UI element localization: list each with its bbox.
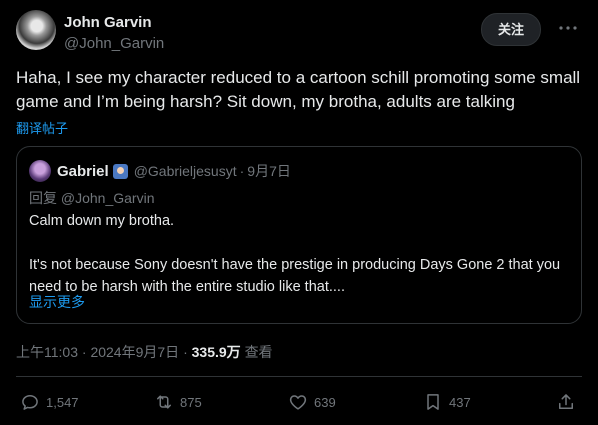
- avatar[interactable]: [16, 10, 56, 50]
- author-display-name[interactable]: John Garvin: [64, 13, 164, 33]
- more-horizontal-icon: [559, 26, 577, 30]
- more-options-button[interactable]: [556, 16, 580, 40]
- quoted-avatar: [29, 160, 51, 182]
- reply-button[interactable]: 1,547: [20, 390, 79, 414]
- show-more-link[interactable]: 显示更多: [29, 292, 85, 312]
- post-meta: 上午11:03 · 2024年9月7日 · 335.9万 查看: [16, 342, 273, 362]
- reply-icon: [22, 395, 38, 410]
- post-text: Haha, I see my character reduced to a ca…: [16, 68, 581, 111]
- action-bar: 1,547 875 639 437: [16, 390, 582, 414]
- post: John Garvin @John_Garvin 关注 Haha, I see …: [0, 0, 598, 425]
- post-header: John Garvin @John_Garvin 关注: [16, 10, 586, 58]
- follow-button[interactable]: 关注: [480, 13, 541, 46]
- quoted-date: 9月7日: [247, 163, 291, 179]
- bookmark-count: 437: [449, 394, 471, 410]
- quoted-post[interactable]: Gabriel @Gabrieljesusyt · 9月7日 回复 @John_…: [16, 146, 582, 324]
- author-handle[interactable]: @John_Garvin: [64, 34, 164, 54]
- like-count: 639: [314, 394, 336, 410]
- author-names: John Garvin @John_Garvin: [64, 13, 164, 54]
- share-icon: [559, 394, 573, 409]
- quoted-post-header: Gabriel @Gabrieljesusyt · 9月7日: [29, 160, 291, 182]
- quoted-reply-to: 回复 @John_Garvin: [29, 190, 155, 206]
- heart-icon: [289, 395, 307, 410]
- quoted-paragraph: Calm down my brotha.: [29, 213, 175, 229]
- repost-icon: [157, 395, 171, 409]
- views-label: 查看: [244, 344, 273, 360]
- like-button[interactable]: 639: [288, 390, 336, 414]
- share-button[interactable]: [556, 390, 576, 414]
- profile-badge-icon: [112, 163, 128, 179]
- bookmark-icon: [427, 394, 439, 410]
- separator-dot: ·: [239, 163, 245, 179]
- separator-dot: ·: [81, 344, 87, 360]
- reply-count: 1,547: [46, 394, 79, 410]
- post-date[interactable]: 2024年9月7日: [90, 344, 179, 360]
- quoted-handle: @Gabrieljesusyt: [133, 163, 237, 179]
- translate-post-link[interactable]: 翻译帖子: [16, 118, 68, 137]
- quoted-paragraph: It's not because Sony doesn't have the p…: [29, 257, 561, 295]
- quoted-display-name: Gabriel: [57, 162, 109, 180]
- bookmark-button[interactable]: 437: [423, 390, 471, 414]
- divider: [16, 376, 582, 377]
- separator-dot: ·: [183, 344, 188, 360]
- views-count: 335.9万: [191, 344, 241, 360]
- quoted-text: Calm down my brotha. It's not because So…: [29, 210, 569, 298]
- post-time[interactable]: 上午11:03: [16, 344, 78, 360]
- repost-button[interactable]: 875: [154, 390, 202, 414]
- repost-count: 875: [180, 394, 202, 410]
